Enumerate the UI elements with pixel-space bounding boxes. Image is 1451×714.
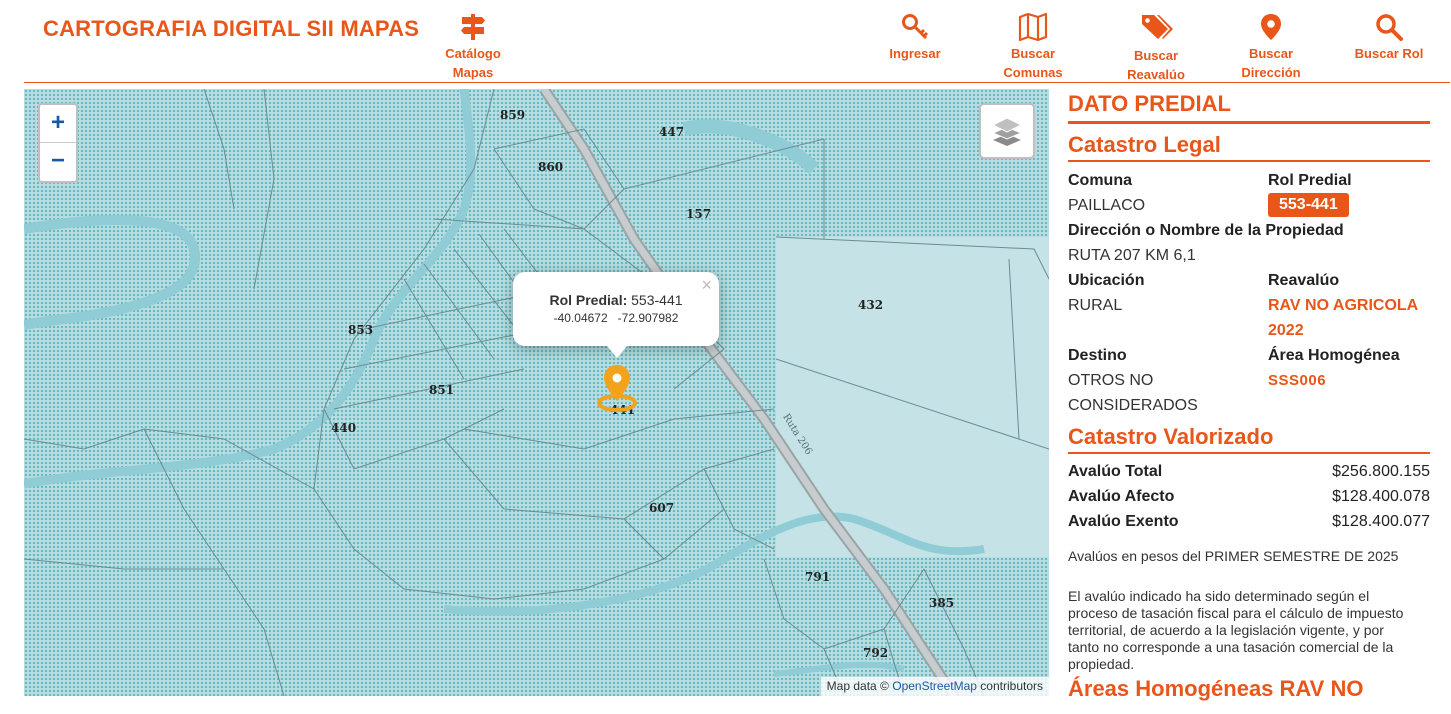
nav-label: Comunas	[1003, 65, 1063, 80]
area-homogenea-link[interactable]: SSS006	[1268, 372, 1326, 389]
tags-icon	[1142, 15, 1173, 39]
lot-label: 432	[858, 298, 884, 312]
layers-button[interactable]	[979, 103, 1035, 159]
map-pin-icon	[1261, 14, 1281, 40]
reavaluo-link[interactable]: RAV NO AGRICOLA	[1268, 297, 1418, 315]
zoom-control: + −	[38, 103, 78, 183]
avaluo-exento-row: Avalúo Exento $128.400.077	[1068, 513, 1430, 531]
popup-rol: Rol Predial: 553-441	[513, 292, 719, 308]
openstreetmap-link[interactable]: OpenStreetMap	[892, 679, 977, 693]
avaluo-afecto-value: $128.400.078	[1332, 488, 1430, 505]
buscar-reavaluo-button[interactable]: Buscar Reavalúo	[1117, 12, 1195, 84]
header-divider	[24, 82, 1450, 83]
zoom-out-button[interactable]: −	[40, 143, 76, 180]
avaluo-afecto-label: Avalúo Afecto	[1068, 488, 1175, 505]
destino-value-cont: CONSIDERADOS	[1068, 397, 1198, 414]
ubicacion-label: Ubicación	[1068, 272, 1145, 289]
lot-label: 385	[929, 596, 955, 610]
semestre-note: Avalúos en pesos del PRIMER SEMESTRE DE …	[1068, 548, 1399, 564]
layers-icon	[991, 117, 1023, 146]
catastro-legal-grid: Comuna Rol Predial PAILLACO 553-441 Dire…	[1068, 162, 1430, 424]
buscar-rol-button[interactable]: Buscar Rol	[1349, 12, 1429, 63]
nav-label: Buscar Rol	[1354, 46, 1424, 61]
panel-title: DATO PREDIAL	[1068, 89, 1430, 124]
catastro-valorizado-grid: Avalúo Total $256.800.155 Avalúo Afecto …	[1068, 454, 1430, 714]
lot-label: 607	[649, 501, 675, 515]
catalogo-mapas-button[interactable]: Catálogo Mapas	[441, 12, 505, 82]
buscar-comunas-button[interactable]: Buscar Comunas	[1000, 12, 1066, 82]
comuna-label: Comuna	[1068, 172, 1132, 189]
rol-label: Rol Predial	[1268, 172, 1352, 189]
comuna-value: PAILLACO	[1068, 197, 1146, 214]
map-icon	[1018, 12, 1048, 42]
popup-rol-value: 553-441	[631, 292, 683, 308]
location-marker-icon[interactable]	[595, 361, 639, 415]
destino-label: Destino	[1068, 347, 1127, 364]
lot-label: 157	[686, 207, 712, 221]
search-icon	[1376, 14, 1403, 41]
attribution-prefix: Map data ©	[826, 679, 889, 693]
lot-label: 447	[659, 125, 685, 139]
popup-close-icon[interactable]: ×	[701, 275, 712, 296]
attribution-suffix: contributors	[980, 679, 1043, 693]
lot-label: 859	[500, 108, 526, 122]
nav-label: Dirección	[1241, 65, 1301, 80]
zoom-in-button[interactable]: +	[40, 105, 76, 143]
lot-label: 851	[429, 383, 455, 397]
avaluo-total-label: Avalúo Total	[1068, 463, 1163, 480]
avaluo-exento-value: $128.400.077	[1332, 513, 1430, 530]
map-view[interactable]: 859 447 860 157 432 853 851 440 441 607 …	[24, 89, 1049, 696]
ingresar-button[interactable]: Ingresar	[883, 12, 947, 63]
direccion-label: Dirección o Nombre de la Propiedad	[1068, 222, 1344, 239]
avaluo-afecto-row: Avalúo Afecto $128.400.078	[1068, 488, 1430, 506]
lot-label: 440	[331, 421, 357, 435]
lot-label: 791	[805, 570, 831, 584]
avaluo-total-value: $256.800.155	[1332, 463, 1430, 480]
header: CARTOGRAFIA DIGITAL SII MAPAS Catálogo M…	[0, 0, 1451, 82]
popup-coords: -40.04672 -72.907982	[513, 311, 719, 325]
lot-label: 860	[538, 160, 564, 174]
ubicacion-value: RURAL	[1068, 297, 1123, 314]
signpost-icon	[461, 14, 485, 40]
direccion-value: RUTA 207 KM 6,1	[1068, 247, 1196, 264]
disclaimer-text: El avalúo indicado ha sido determinado s…	[1068, 588, 1404, 672]
map-attribution: Map data © OpenStreetMap contributors	[820, 677, 1049, 696]
buscar-direccion-button[interactable]: Buscar Dirección	[1236, 12, 1306, 82]
reavaluo-label: Reavalúo	[1268, 272, 1340, 289]
nav-label: Buscar	[1133, 48, 1179, 63]
nav-label: Buscar	[1010, 46, 1056, 61]
catastro-legal-title: Catastro Legal	[1068, 132, 1430, 162]
areas-homogeneas-title: Áreas Homogéneas RAV NO	[1068, 676, 1364, 701]
dato-predial-panel: DATO PREDIAL Catastro Legal Comuna Rol P…	[1068, 89, 1430, 714]
reavaluo-year[interactable]: 2022	[1268, 322, 1304, 340]
key-icon	[902, 14, 929, 40]
nav-label: Ingresar	[889, 46, 941, 61]
avaluo-total-row: Avalúo Total $256.800.155	[1068, 463, 1430, 481]
map-canvas[interactable]	[24, 89, 1049, 696]
destino-value: OTROS NO	[1068, 372, 1154, 389]
app-title[interactable]: CARTOGRAFIA DIGITAL SII MAPAS	[43, 16, 419, 42]
avaluo-exento-label: Avalúo Exento	[1068, 513, 1179, 530]
nav-label: Mapas	[452, 65, 494, 80]
catastro-valorizado-title: Catastro Valorizado	[1068, 424, 1430, 454]
rol-badge: 553-441	[1268, 193, 1349, 217]
popup-lat: -40.04672	[553, 311, 608, 325]
area-homogenea-label: Área Homogénea	[1268, 347, 1400, 364]
nav-label: Catálogo	[445, 46, 501, 61]
rol-popup: × Rol Predial: 553-441 -40.04672 -72.907…	[513, 272, 719, 358]
nav-label: Buscar	[1248, 46, 1294, 61]
popup-rol-label: Rol Predial:	[549, 292, 628, 308]
lot-label: 853	[348, 323, 374, 337]
popup-lon: -72.907982	[617, 311, 679, 325]
lot-label: 792	[863, 646, 889, 660]
